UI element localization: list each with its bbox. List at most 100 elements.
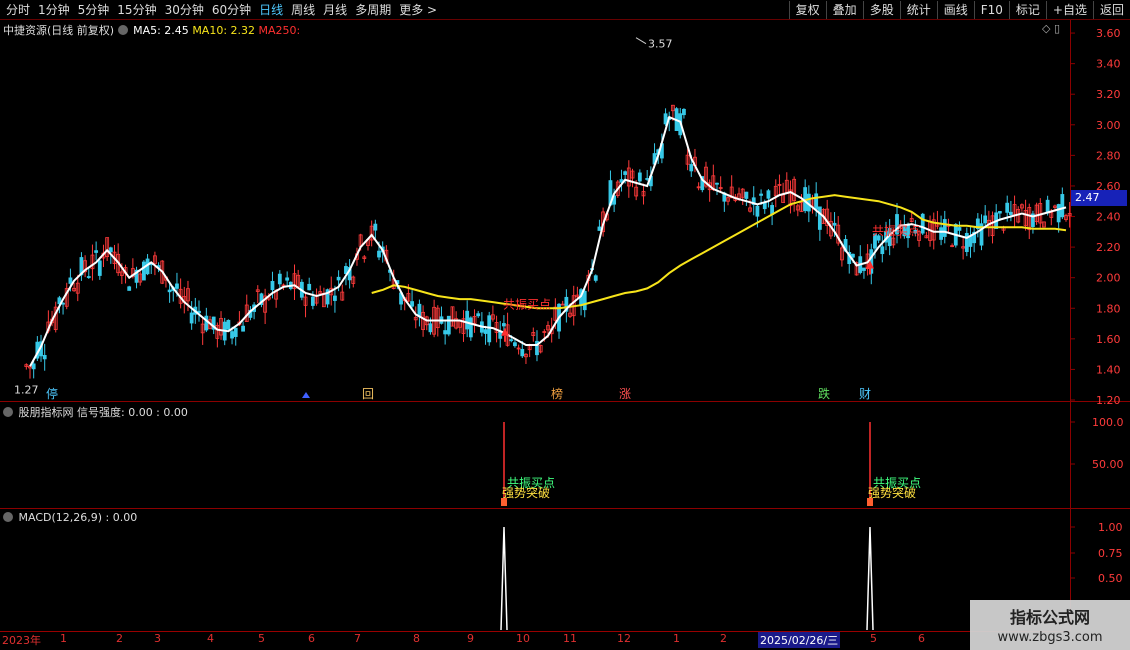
back-button[interactable]: 返回 (1092, 1, 1130, 19)
candle-down (759, 193, 763, 196)
period-tab-monthly[interactable]: 月线 (319, 2, 351, 18)
candle-down (1056, 204, 1061, 223)
candle-down (957, 227, 962, 231)
date-label: 6 (308, 632, 315, 645)
candle-down (755, 205, 760, 217)
date-label-highlight: 2025/02/26/三 (758, 632, 841, 648)
macd-spike (866, 526, 874, 631)
kline-chart[interactable]: 3.603.403.203.002.802.602.402.202.001.80… (0, 20, 1130, 650)
panel-separator (0, 508, 1130, 509)
date-label: 2023年 (2, 634, 41, 647)
candle-down (663, 113, 668, 125)
statistics-button[interactable]: 统计 (899, 1, 937, 19)
candle-down (637, 172, 642, 182)
candle-down (446, 315, 451, 335)
date-axis: 2023年 1 2 3 4 5 6 7 8 9 10 11 12 1 2 202… (0, 631, 1070, 648)
f10-button[interactable]: F10 (973, 1, 1009, 19)
main-signal-label: 共振买点 (872, 224, 920, 238)
macd-y-label: 0.50 (1098, 572, 1123, 585)
period-tab-60min[interactable]: 60分钟 (208, 2, 255, 18)
candle-down (277, 273, 282, 285)
candle-down (483, 329, 488, 334)
ma10-line (371, 194, 1067, 310)
candle-down (939, 227, 943, 240)
candle-down (31, 363, 36, 370)
candle-down (410, 301, 414, 307)
date-label: 7 (354, 632, 361, 645)
buy-arrow-stem (504, 335, 506, 342)
candle-down (226, 319, 231, 330)
candle-down (86, 276, 91, 278)
period-tab-weekly[interactable]: 周线 (287, 2, 319, 18)
watermark: 指标公式网 www.zbgs3.com (970, 600, 1130, 650)
period-tab-daily[interactable]: 日线 (255, 2, 287, 18)
candle-down (127, 286, 132, 291)
candle-down (715, 182, 719, 185)
signal-y-label: 100.0 (1092, 416, 1124, 429)
candle-down (428, 323, 433, 333)
period-selector: 分时 1分钟 5分钟 15分钟 30分钟 60分钟 日线 周线 月线 多周期 更… (2, 2, 441, 18)
y-tick-label: 2.80 (1096, 149, 1121, 162)
candle-down (42, 354, 47, 360)
candle-down (814, 193, 819, 210)
candle-down (443, 330, 448, 335)
signal-label-breakout: 强势突破 (502, 485, 550, 500)
period-tab-5min[interactable]: 5分钟 (74, 2, 114, 18)
event-tag: 财 (859, 387, 871, 401)
event-tag: 回 (362, 387, 374, 401)
period-tab-30min[interactable]: 30分钟 (161, 2, 208, 18)
y-tick-label: 1.60 (1096, 333, 1121, 346)
date-label: 1 (60, 632, 67, 645)
y-tick-label: 3.60 (1096, 27, 1121, 40)
date-label: 5 (258, 632, 265, 645)
overlay-button[interactable]: 叠加 (825, 1, 863, 19)
candle-down (167, 289, 172, 293)
candle-down (689, 164, 694, 172)
mark-button[interactable]: 标记 (1008, 1, 1046, 19)
date-label: 4 (207, 632, 214, 645)
candle-down (468, 317, 473, 338)
candle-down (310, 296, 315, 306)
candle-down (502, 323, 506, 327)
event-up-icon (302, 392, 310, 398)
candle-down (582, 290, 587, 311)
y-tick-label: 2.00 (1096, 272, 1121, 285)
current-price-tag: 2.47 (1071, 190, 1127, 206)
candle-down (509, 339, 514, 342)
toolbar: 分时 1分钟 5分钟 15分钟 30分钟 60分钟 日线 周线 月线 多周期 更… (0, 0, 1130, 20)
candle-down (920, 213, 925, 234)
candle-down (862, 267, 866, 271)
y-tick-label: 1.20 (1096, 394, 1121, 407)
macd-y-label: 0.75 (1098, 547, 1123, 560)
candle-down (141, 261, 146, 281)
macd-y-label: 1.00 (1098, 521, 1123, 534)
date-label: 9 (467, 632, 474, 645)
y-tick-label: 3.00 (1096, 119, 1121, 132)
panel-separator (0, 401, 1130, 402)
candle-down (1060, 194, 1065, 218)
event-tag: 停 (46, 386, 58, 401)
period-tab-1min[interactable]: 1分钟 (34, 2, 74, 18)
date-label: 2 (116, 632, 123, 645)
date-label: 2 (720, 632, 727, 645)
period-tab-more[interactable]: 更多 > (395, 2, 441, 18)
candle-down (593, 275, 598, 281)
multi-stock-button[interactable]: 多股 (862, 1, 900, 19)
period-tab-multi[interactable]: 多周期 (351, 2, 395, 18)
candle-down (682, 108, 686, 116)
candle-down (513, 342, 517, 347)
adjust-button[interactable]: 复权 (788, 1, 826, 19)
date-label: 3 (154, 632, 161, 645)
candle-down (94, 250, 99, 253)
add-watchlist-button[interactable]: +自选 (1045, 1, 1093, 19)
y-tick-label: 1.80 (1096, 302, 1121, 315)
y-tick-label: 2.40 (1096, 211, 1121, 224)
period-tab-fenshi[interactable]: 分时 (2, 2, 34, 18)
period-tab-15min[interactable]: 15分钟 (113, 2, 160, 18)
signal-y-label: 50.00 (1092, 458, 1124, 471)
date-label: 10 (516, 632, 530, 645)
candle-down (465, 310, 470, 330)
candle-down (645, 178, 650, 180)
draw-line-button[interactable]: 画线 (936, 1, 974, 19)
candle-down (476, 313, 481, 317)
